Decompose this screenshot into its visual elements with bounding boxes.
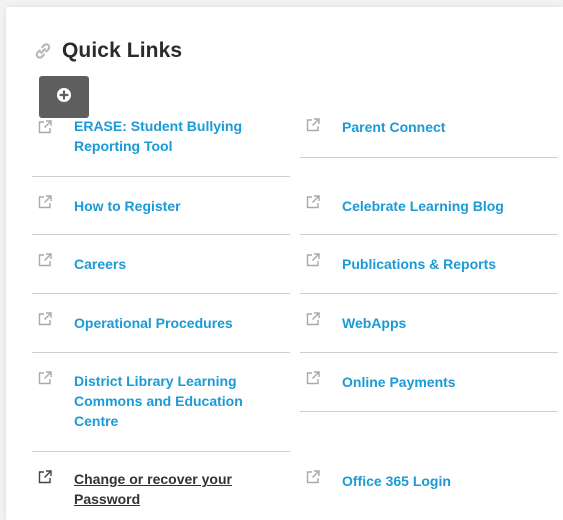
external-link-icon [38,371,52,385]
link-change-password[interactable]: Change or recover your Password [74,469,286,509]
external-link-icon [38,253,52,267]
external-link-icon [38,120,52,134]
list-item[interactable]: How to Register [32,176,290,235]
plus-circle-icon [57,88,71,102]
link-district-library[interactable]: District Library Learning Commons and Ed… [74,371,286,431]
external-link-icon [38,470,52,484]
list-item[interactable]: Publications & Reports [300,234,558,294]
link-celebrate-learning-blog[interactable]: Celebrate Learning Blog [342,196,554,216]
link-parent-connect[interactable]: Parent Connect [342,117,554,137]
list-item[interactable]: WebApps [300,293,558,353]
external-link-icon [306,312,320,326]
link-webapps[interactable]: WebApps [342,313,554,333]
external-link-icon [38,195,52,209]
link-operational-procedures[interactable]: Operational Procedures [74,313,286,333]
list-item[interactable]: Celebrate Learning Blog [300,157,558,235]
list-item[interactable]: Parent Connect [300,108,558,158]
list-item[interactable]: Careers [32,234,290,294]
list-item[interactable]: District Library Learning Commons and Ed… [32,352,290,452]
link-publications-reports[interactable]: Publications & Reports [342,254,554,274]
list-item[interactable]: ERASE: Student Bullying Reporting Tool [32,108,290,177]
page-title: Quick Links [62,39,183,62]
list-item[interactable]: Operational Procedures [32,293,290,353]
link-careers[interactable]: Careers [74,254,286,274]
external-link-icon [306,195,320,209]
link-erase[interactable]: ERASE: Student Bullying Reporting Tool [74,116,286,156]
external-link-icon [38,312,52,326]
external-link-icon [306,253,320,267]
list-item[interactable]: Change or recover your Password [32,451,290,517]
list-item[interactable]: Office 365 Login [300,451,558,517]
link-how-to-register[interactable]: How to Register [74,196,286,216]
external-link-icon [306,371,320,385]
link-office-365-login[interactable]: Office 365 Login [342,471,554,491]
external-link-icon [306,470,320,484]
quick-links-header: Quick Links [32,37,182,65]
external-link-icon [306,118,320,132]
link-icon [35,43,51,59]
list-item[interactable]: Online Payments [300,352,558,412]
link-online-payments[interactable]: Online Payments [342,372,554,392]
